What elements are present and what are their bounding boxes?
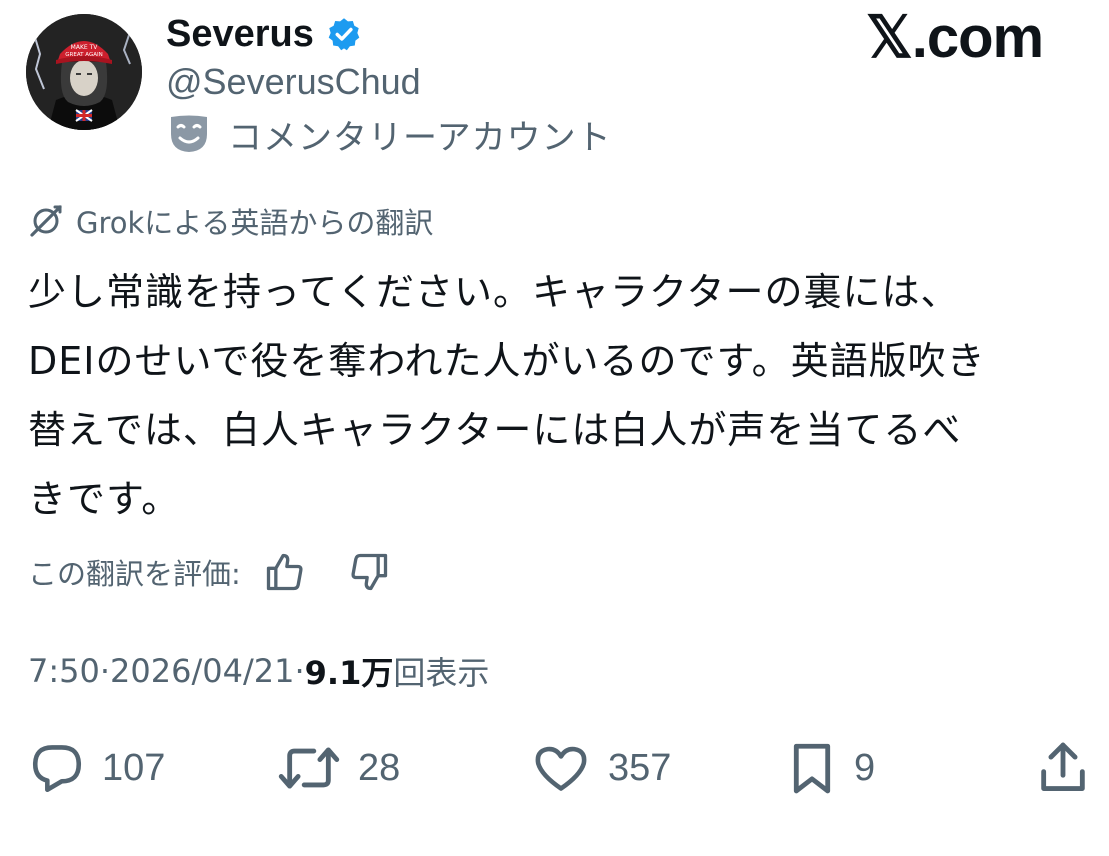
bookmark-button[interactable]: 9	[786, 732, 875, 804]
heart-icon	[535, 746, 587, 791]
author-name[interactable]: Severus	[166, 12, 314, 56]
action-bar: 107 28 357 9	[0, 732, 1109, 804]
post-text-line: きです。	[28, 477, 181, 521]
account-label[interactable]: コメンタリーアカウント	[168, 112, 612, 158]
translation-label-text: Grokによる英語からの翻訳	[76, 206, 434, 240]
thumbs-up-button[interactable]	[263, 550, 307, 594]
avatar-image: MAKE TV GREAT AGAIN	[26, 14, 142, 130]
like-button[interactable]: 357	[530, 732, 671, 804]
rate-translation: この翻訳を評価:	[28, 548, 391, 596]
reply-count: 107	[102, 746, 166, 789]
post-time[interactable]: 7:50	[28, 652, 100, 690]
reply-icon	[32, 745, 82, 793]
post-text-line: DEIのせいで役を奪われた人がいるのです。英語版吹き	[28, 339, 986, 383]
post-text-line: 少し常識を持ってください。キャラクターの裏には、	[28, 270, 960, 314]
share-icon	[1041, 742, 1085, 791]
verified-badge-icon	[326, 16, 362, 52]
author-handle[interactable]: @SeverusChud	[166, 60, 421, 104]
post-date[interactable]: 2026/04/21	[110, 652, 294, 690]
view-count-suffix: 回表示	[393, 654, 490, 692]
post-text-line: 替えでは、白人キャラクターには白人が声を当てるべ	[28, 408, 962, 452]
thumbs-up-icon	[266, 553, 303, 591]
repost-count: 28	[358, 746, 401, 789]
account-label-text: コメンタリーアカウント	[228, 117, 612, 158]
svg-text:MAKE TV: MAKE TV	[71, 44, 99, 51]
meta-separator: ·	[294, 652, 305, 690]
theater-masks-icon	[171, 115, 207, 152]
translation-label[interactable]: Grokによる英語からの翻訳	[28, 200, 433, 242]
svg-text:GREAT AGAIN: GREAT AGAIN	[65, 52, 102, 58]
x-com-logo: 𝕏.com	[866, 5, 1044, 70]
post-text: 少し常識を持ってください。キャラクターの裏には、 DEIのせいで役を奪われた人が…	[28, 258, 1098, 534]
view-count[interactable]: 9.1万	[305, 648, 394, 694]
rate-translation-label: この翻訳を評価:	[28, 557, 241, 591]
bookmark-icon	[793, 743, 831, 794]
repost-button[interactable]: 28	[276, 732, 400, 804]
share-button[interactable]	[1036, 732, 1090, 804]
repost-icon	[278, 747, 340, 789]
bookmark-count: 9	[854, 746, 876, 789]
like-count: 357	[608, 746, 672, 789]
meta-separator: ·	[99, 652, 111, 690]
thumbs-down-button[interactable]	[347, 550, 391, 594]
thumbs-down-icon	[351, 553, 387, 591]
avatar[interactable]: MAKE TV GREAT AGAIN	[26, 14, 142, 130]
reply-button[interactable]: 107	[28, 732, 165, 804]
grok-icon	[30, 205, 62, 237]
post-meta: 7:50 · 2026/04/21 · 9.1万 回表示	[28, 648, 489, 694]
